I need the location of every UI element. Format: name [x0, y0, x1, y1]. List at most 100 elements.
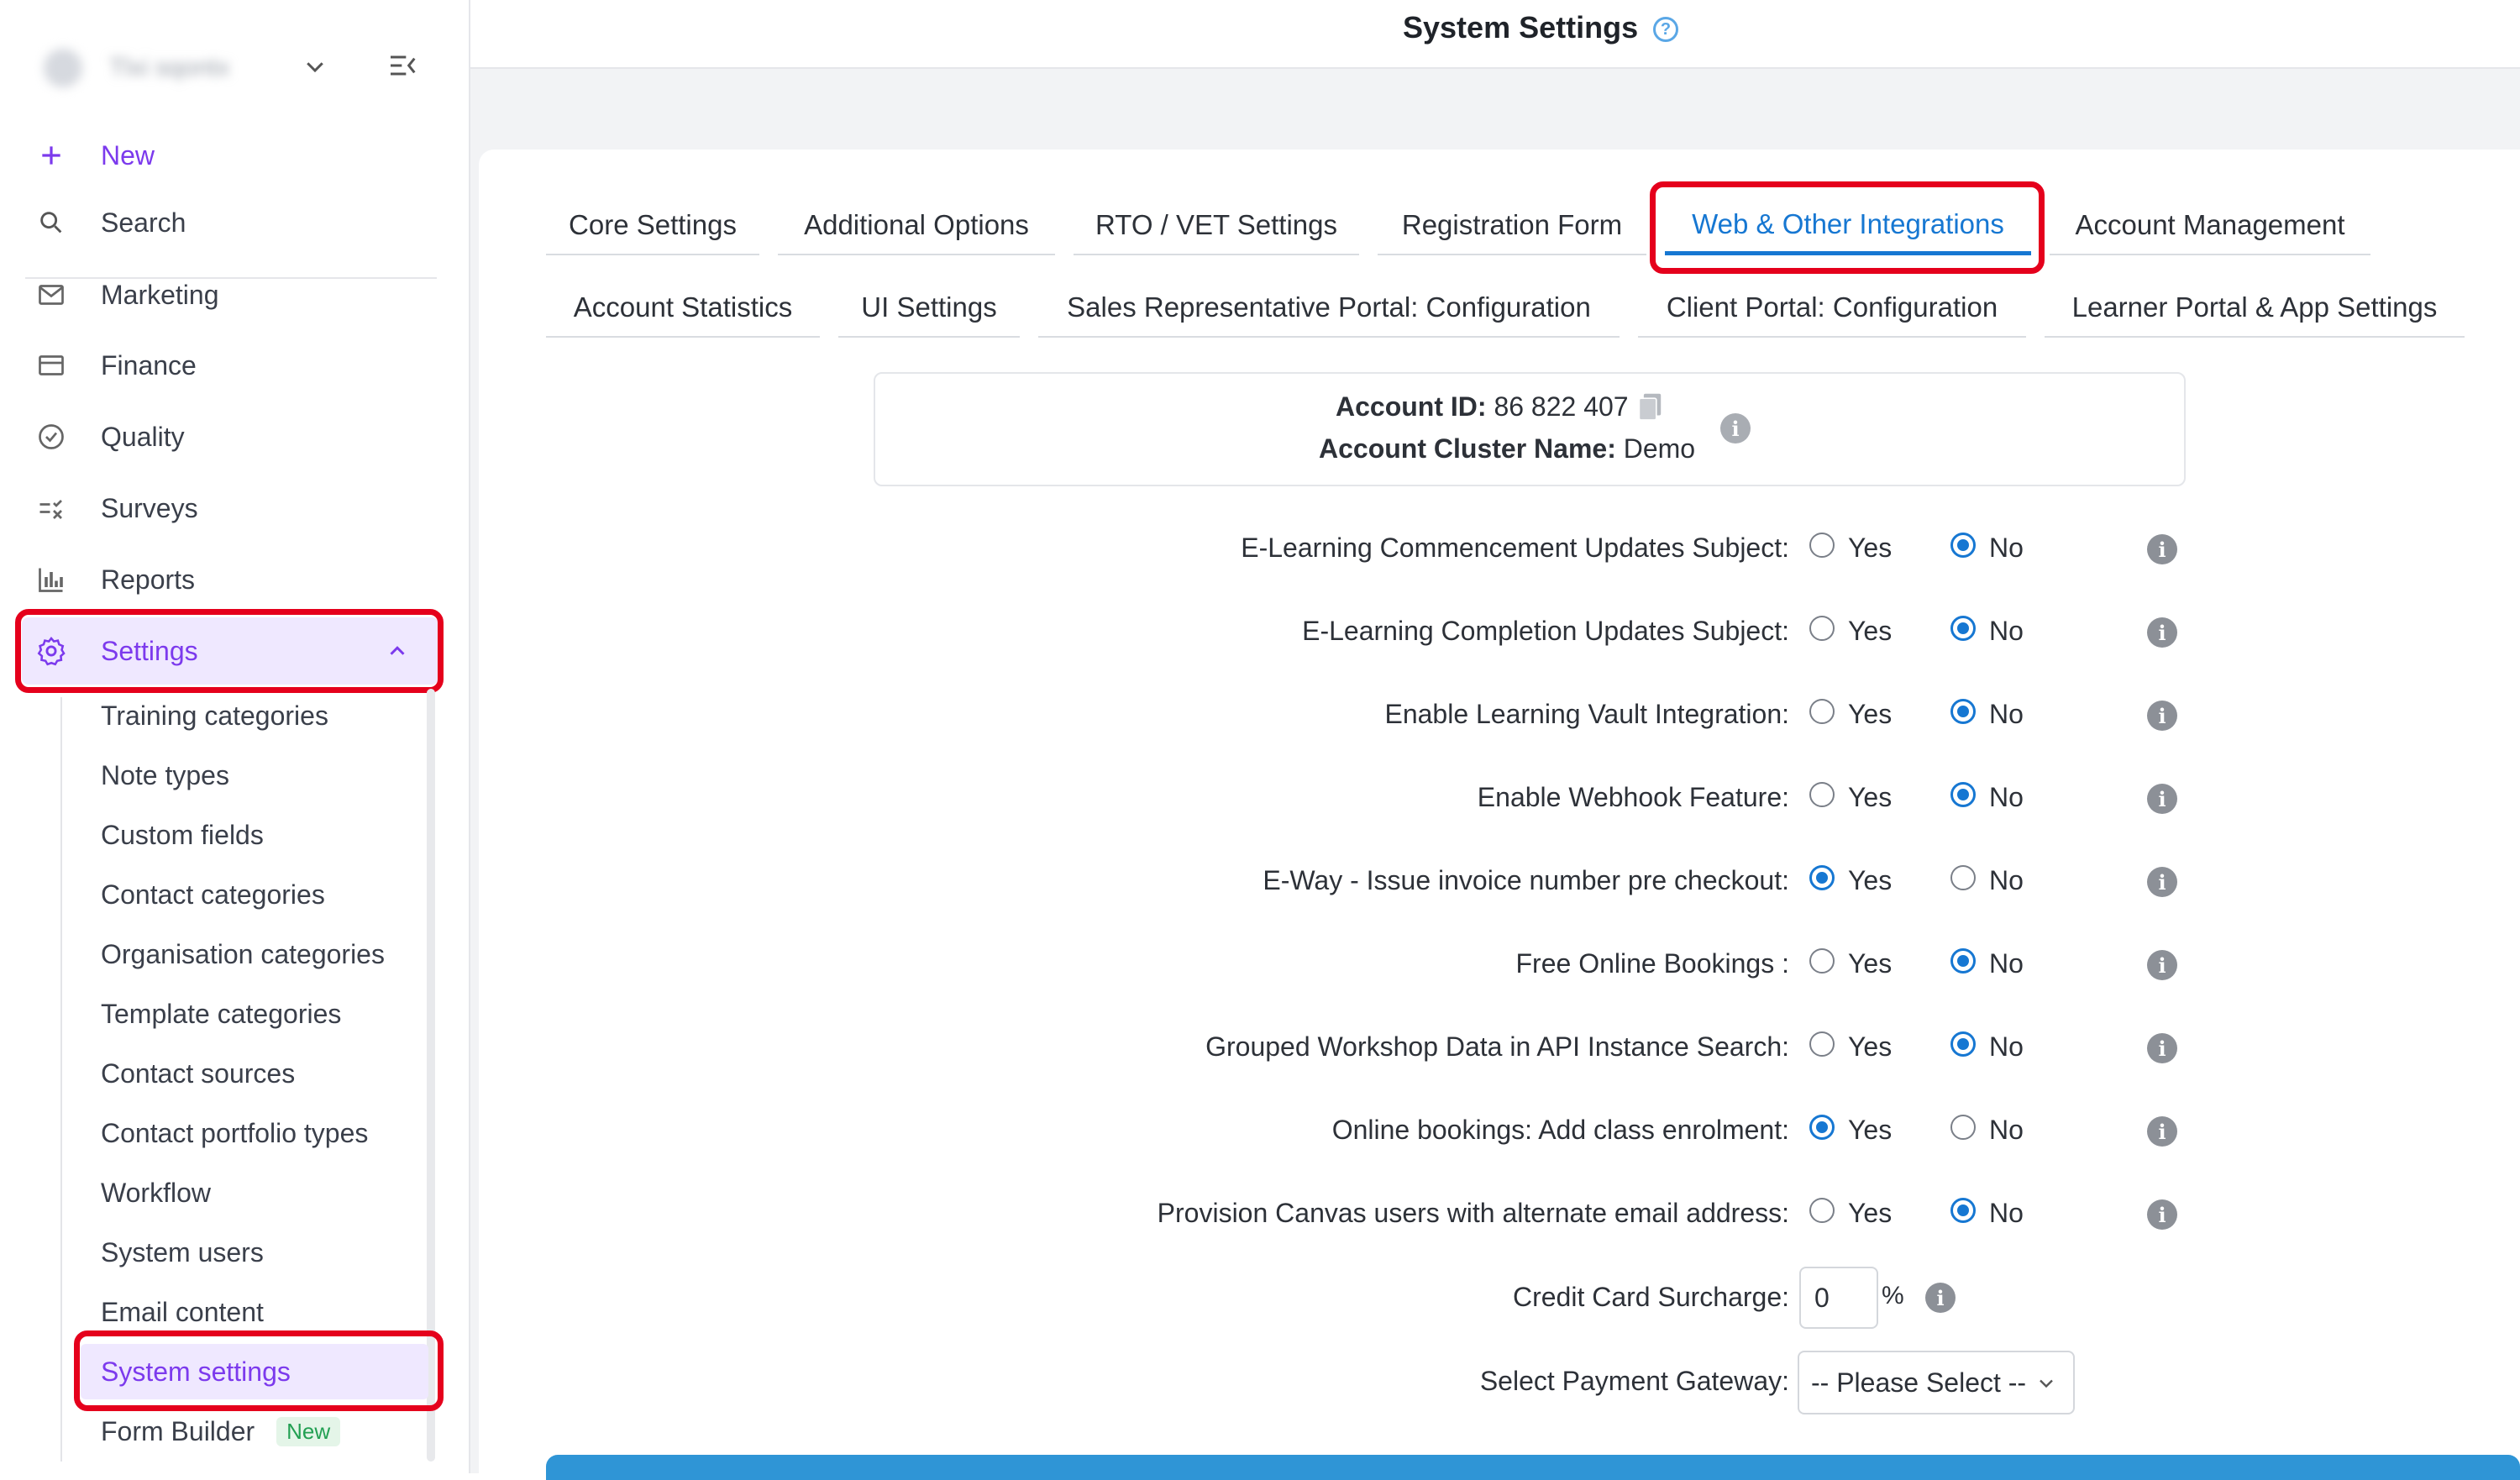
tab-registration-form[interactable]: Registration Form: [1378, 197, 1646, 255]
sidebar-item-label: Surveys: [101, 492, 198, 523]
tab-learner-portal-app[interactable]: Learner Portal & App Settings: [2045, 279, 2465, 338]
sidebar-item-reports[interactable]: Reports: [32, 552, 435, 607]
tab-client-portal[interactable]: Client Portal: Configuration: [1638, 279, 2026, 338]
option-no-label: No: [1989, 948, 2024, 979]
radio-eway-invoice-no[interactable]: [1950, 865, 1976, 890]
setting-label-online-bookings-class: Online bookings: Add class enrolment:: [1331, 1115, 1789, 1145]
copy-icon[interactable]: [1636, 391, 1665, 423]
submenu-item-contact-portfolio-types[interactable]: Contact portfolio types: [101, 1108, 368, 1158]
info-icon[interactable]: i: [1925, 1283, 1956, 1313]
info-icon[interactable]: i: [2147, 617, 2177, 648]
surcharge-input[interactable]: 0: [1799, 1267, 1878, 1329]
radio-provision-canvas-yes[interactable]: [1809, 1198, 1835, 1223]
submenu-item-email-content[interactable]: Email content: [101, 1287, 264, 1337]
card-icon: [32, 346, 71, 385]
tab-account-management[interactable]: Account Management: [2050, 197, 2370, 255]
radio-learning-vault-yes[interactable]: [1809, 699, 1835, 724]
tab-ui-settings[interactable]: UI Settings: [838, 279, 1020, 338]
radio-provision-canvas-no[interactable]: [1950, 1198, 1976, 1223]
option-yes-label: Yes: [1848, 948, 1893, 979]
sidebar-item-label: Quality: [101, 421, 185, 452]
submenu-item-template-categories[interactable]: Template categories: [101, 989, 341, 1039]
radio-learning-vault-no[interactable]: [1950, 699, 1976, 724]
radio-webhook-no[interactable]: [1950, 782, 1976, 807]
account-name: Tlxi sqontx: [109, 54, 230, 81]
setting-label-elearning-completion: E-Learning Completion Updates Subject:: [1302, 616, 1789, 646]
submenu-item-form-builder[interactable]: Form Builder New: [101, 1406, 341, 1456]
sidebar-item-surveys[interactable]: Surveys: [32, 480, 435, 536]
sidebar: Tlxi sqontx New Search Marketing Finance…: [0, 0, 470, 1473]
submenu-item-system-users[interactable]: System users: [101, 1227, 264, 1278]
radio-webhook-yes[interactable]: [1809, 782, 1835, 807]
info-icon[interactable]: i: [2147, 867, 2177, 897]
tab-account-statistics[interactable]: Account Statistics: [546, 279, 820, 338]
radio-elearning-completion-yes[interactable]: [1809, 616, 1835, 641]
setting-label-webhook: Enable Webhook Feature:: [1477, 782, 1789, 812]
radio-online-bookings-class-no[interactable]: [1950, 1115, 1976, 1140]
tab-rto-vet-settings[interactable]: RTO / VET Settings: [1074, 197, 1359, 255]
info-icon[interactable]: i: [2147, 534, 2177, 564]
option-no-label: No: [1989, 616, 2024, 646]
radio-grouped-workshop-yes[interactable]: [1809, 1031, 1835, 1057]
radio-grouped-workshop-no[interactable]: [1950, 1031, 1976, 1057]
info-icon[interactable]: i: [2147, 950, 2177, 980]
info-icon[interactable]: i: [2147, 1199, 2177, 1230]
info-icon[interactable]: i: [2147, 1033, 2177, 1063]
info-icon[interactable]: i: [2147, 784, 2177, 814]
radio-elearning-commencement-no[interactable]: [1950, 533, 1976, 558]
option-yes-label: Yes: [1848, 865, 1893, 895]
search-icon: [32, 203, 71, 242]
sidebar-item-quality[interactable]: Quality: [32, 409, 435, 464]
radio-eway-invoice-yes[interactable]: [1809, 865, 1835, 890]
account-switcher[interactable]: Tlxi sqontx: [25, 44, 428, 92]
option-yes-label: Yes: [1848, 533, 1893, 563]
submenu-item-contact-categories[interactable]: Contact categories: [101, 869, 325, 920]
setting-label-elearning-commencement: E-Learning Commencement Updates Subject:: [1241, 533, 1789, 563]
submenu-item-workflow[interactable]: Workflow: [101, 1168, 211, 1218]
sidebar-item-marketing[interactable]: Marketing: [32, 267, 435, 323]
setting-label-provision-canvas: Provision Canvas users with alternate em…: [1157, 1198, 1789, 1228]
submenu-item-contact-sources[interactable]: Contact sources: [101, 1048, 295, 1099]
radio-free-online-bookings-yes[interactable]: [1809, 948, 1835, 974]
account-cluster-value: Demo: [1623, 433, 1696, 464]
radio-free-online-bookings-no[interactable]: [1950, 948, 1976, 974]
payment-gateway-select[interactable]: -- Please Select --: [1798, 1351, 2075, 1414]
percent-unit: %: [1882, 1282, 1904, 1309]
account-id-line: Account ID: 86 822 407: [1336, 391, 1629, 422]
new-badge: New: [276, 1416, 341, 1446]
info-icon[interactable]: i: [1720, 413, 1751, 443]
submenu-item-organisation-categories[interactable]: Organisation categories: [101, 929, 385, 979]
submenu-item-note-types[interactable]: Note types: [101, 750, 229, 800]
highlight-system-settings: [74, 1330, 444, 1411]
page-title: System Settings: [1403, 10, 1639, 45]
new-button[interactable]: New: [32, 128, 435, 183]
radio-online-bookings-class-yes[interactable]: [1809, 1115, 1835, 1140]
question-circle-icon[interactable]: ?: [1653, 17, 1678, 42]
option-no-label: No: [1989, 782, 2024, 812]
highlight-web-integrations-tab: [1650, 181, 2045, 274]
account-cluster-line: Account Cluster Name: Demo: [1319, 433, 1695, 464]
sidebar-item-finance[interactable]: Finance: [32, 338, 435, 393]
search-button[interactable]: Search: [32, 195, 435, 250]
option-yes-label: Yes: [1848, 1031, 1893, 1062]
mail-icon: [32, 276, 71, 314]
tab-core-settings[interactable]: Core Settings: [546, 197, 759, 255]
payment-gateway-label: Select Payment Gateway:: [1479, 1366, 1789, 1396]
tab-additional-options[interactable]: Additional Options: [778, 197, 1055, 255]
tab-sales-representative-portal[interactable]: Sales Representative Portal: Configurati…: [1038, 279, 1620, 338]
submenu-item-custom-fields[interactable]: Custom fields: [101, 810, 264, 860]
radio-elearning-completion-no[interactable]: [1950, 616, 1976, 641]
info-icon[interactable]: i: [2147, 1116, 2177, 1147]
option-no-label: No: [1989, 533, 2024, 563]
save-bar[interactable]: [546, 1455, 2520, 1480]
option-yes-label: Yes: [1848, 1198, 1893, 1228]
radio-elearning-commencement-yes[interactable]: [1809, 533, 1835, 558]
account-info-card: [874, 372, 2186, 486]
setting-label-grouped-workshop: Grouped Workshop Data in API Instance Se…: [1205, 1031, 1789, 1062]
collapse-sidebar-icon[interactable]: [386, 49, 420, 82]
new-label: New: [101, 139, 155, 171]
option-yes-label: Yes: [1848, 1115, 1893, 1145]
submenu-item-training-categories[interactable]: Training categories: [101, 690, 328, 741]
info-icon[interactable]: i: [2147, 701, 2177, 731]
bar-chart-icon: [32, 560, 71, 599]
